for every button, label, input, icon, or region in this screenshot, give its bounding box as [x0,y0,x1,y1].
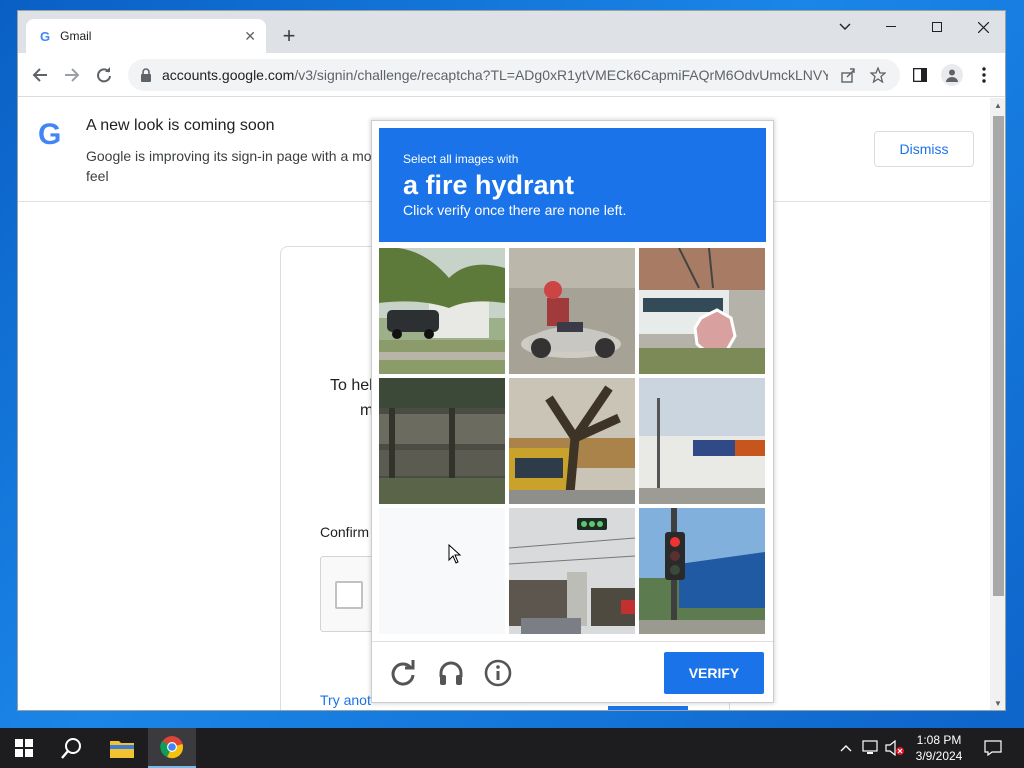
recaptcha-challenge: Select all images with a fire hydrant Cl… [371,120,774,703]
lock-icon [141,68,151,82]
reload-challenge-icon[interactable] [389,659,417,687]
tile-traffic-light-pole[interactable] [639,508,765,634]
new-tab-button[interactable]: + [276,24,302,50]
share-icon[interactable] [838,65,858,85]
tile-store[interactable] [639,378,765,504]
banner-title: A new look is coming soon [86,117,275,134]
try-another-way-link[interactable]: Try anot [320,692,371,708]
volume-muted-icon[interactable] [884,728,906,768]
star-icon[interactable] [868,65,888,85]
network-icon[interactable] [860,728,882,768]
tab-search-chevron-icon[interactable] [822,11,868,43]
tab-bar: G Gmail ✕ + [18,11,1005,53]
verify-button[interactable]: VERIFY [664,652,764,694]
next-button[interactable] [608,706,688,710]
confirm-label: Confirm [320,524,370,540]
browser-toolbar: accounts.google.com/v3/signin/challenge/… [18,53,1005,97]
clock-time: 1:08 PM [916,733,962,747]
close-window-button[interactable] [960,11,1005,43]
google-logo-icon: G [38,118,62,151]
forward-icon[interactable] [58,61,86,89]
recaptcha-checkbox[interactable] [335,581,363,609]
audio-challenge-icon[interactable] [437,659,465,687]
google-favicon-icon: G [40,28,51,44]
tile-house-car[interactable] [379,248,505,374]
windows-start-icon[interactable] [0,728,48,768]
reload-icon[interactable] [90,61,118,89]
challenge-instruction: Click verify once there are none left. [403,202,627,218]
file-explorer-icon[interactable] [98,728,146,768]
system-clock[interactable]: 1:08 PM 3/9/2024 [906,732,972,764]
help-text: To hel [330,377,373,394]
challenge-target: a fire hydrant [403,170,575,200]
challenge-prompt-small: Select all images with [403,152,519,166]
tab-title: Gmail [60,29,92,43]
windows-taskbar: 1:08 PM 3/9/2024 [0,728,1024,768]
tray-overflow-chevron-icon[interactable] [836,728,856,768]
page-scrollbar[interactable]: ▲ ▼ [990,98,1005,710]
tile-blank[interactable] [379,508,505,634]
scroll-thumb[interactable] [993,116,1004,596]
url-text: accounts.google.com/v3/signin/challenge/… [162,67,828,83]
tab-close-icon[interactable]: ✕ [244,28,256,45]
challenge-header: Select all images with a fire hydrant Cl… [379,128,766,242]
profile-icon[interactable] [938,61,966,89]
image-tile-grid [379,248,766,635]
banner-text: Google is improving its sign-in page wit… [86,148,372,184]
minimize-button[interactable] [868,11,914,43]
tile-traffic-light-street[interactable] [509,508,635,634]
clock-date: 3/9/2024 [915,749,963,763]
maximize-button[interactable] [914,11,960,43]
dismiss-button[interactable]: Dismiss [874,131,974,167]
menu-icon[interactable] [970,61,998,89]
search-icon[interactable] [48,728,96,768]
chrome-icon[interactable] [148,728,196,768]
tile-stop-sign[interactable] [639,248,765,374]
scroll-down-icon[interactable]: ▼ [993,699,1003,709]
mouse-cursor-icon [448,544,462,564]
tile-motorcycle[interactable] [509,248,635,374]
tab-gmail[interactable]: G Gmail ✕ [26,19,266,53]
scroll-up-icon[interactable]: ▲ [993,101,1003,111]
tile-tree-truck[interactable] [509,378,635,504]
tile-fence[interactable] [379,378,505,504]
back-icon[interactable] [26,61,54,89]
notification-icon[interactable] [978,728,1008,768]
info-icon[interactable] [484,659,512,687]
challenge-footer: VERIFY [372,641,773,704]
address-bar[interactable]: accounts.google.com/v3/signin/challenge/… [128,59,900,91]
side-panel-icon[interactable] [906,61,934,89]
